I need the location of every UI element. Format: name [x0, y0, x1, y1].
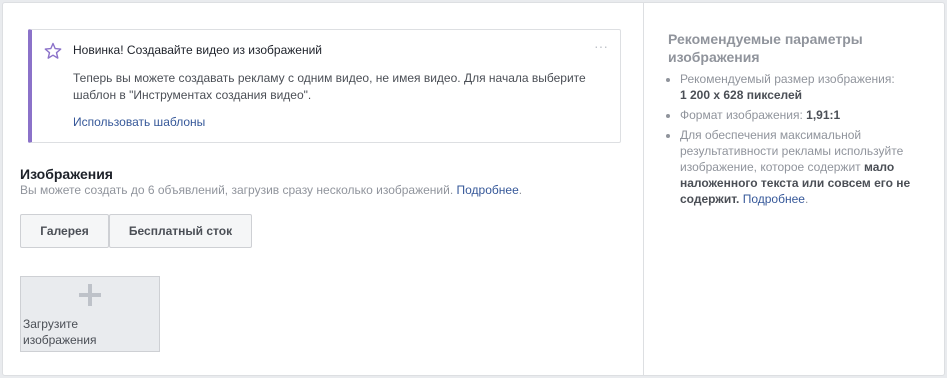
new-feature-notice: Новинка! Создавайте видео из изображений…	[28, 29, 621, 143]
more-options-icon[interactable]: ···	[594, 38, 608, 54]
image-settings-card: Новинка! Создавайте видео из изображений…	[2, 2, 945, 376]
images-description-period: .	[518, 183, 523, 197]
images-learn-more-link[interactable]: Подробнее	[457, 183, 519, 197]
list-item: Формат изображения: 1,91:1	[680, 107, 930, 123]
notice-body: Теперь вы можете создавать рекламу с одн…	[73, 71, 586, 102]
notice-title: Новинка! Создавайте видео из изображений	[73, 43, 323, 57]
ratio-value: 1,91:1	[806, 108, 841, 122]
plus-icon	[78, 283, 102, 307]
images-description-text: Вы можете создать до 6 объявлений, загру…	[20, 183, 454, 197]
recommendations-title: Рекомендуемые параметры изображения	[668, 31, 863, 65]
star-icon	[44, 42, 62, 60]
main-panel: Новинка! Создавайте видео из изображений…	[3, 3, 643, 375]
list-item: Рекомендуемый размер изображения: 1 200 …	[680, 71, 930, 103]
recommendations-learn-more-link[interactable]: Подробнее	[743, 192, 805, 206]
upload-images-label: Загрузите изображения	[23, 317, 97, 347]
recommendations-panel: Рекомендуемые параметры изображения Реко…	[643, 3, 945, 375]
ratio-label: Формат изображения:	[680, 108, 803, 122]
use-templates-link[interactable]: Использовать шаблоны	[73, 115, 205, 129]
tip-text-2: или	[801, 176, 825, 190]
gallery-button[interactable]: Галерея	[20, 214, 109, 248]
upload-images-button[interactable]: Загрузите изображения	[20, 276, 160, 352]
images-section-description: Вы можете создать до 6 объявлений, загру…	[20, 183, 522, 197]
size-value: 1 200 x 628 пикселей	[680, 88, 803, 102]
free-stock-button[interactable]: Бесплатный сток	[109, 214, 252, 248]
recommendations-list: Рекомендуемый размер изображения: 1 200 …	[668, 71, 930, 211]
size-label: Рекомендуемый размер изображения:	[680, 72, 895, 86]
list-item: Для обеспечения максимальной результатив…	[680, 127, 930, 207]
images-section-title: Изображения	[20, 166, 113, 182]
tip-period: .	[804, 192, 809, 206]
